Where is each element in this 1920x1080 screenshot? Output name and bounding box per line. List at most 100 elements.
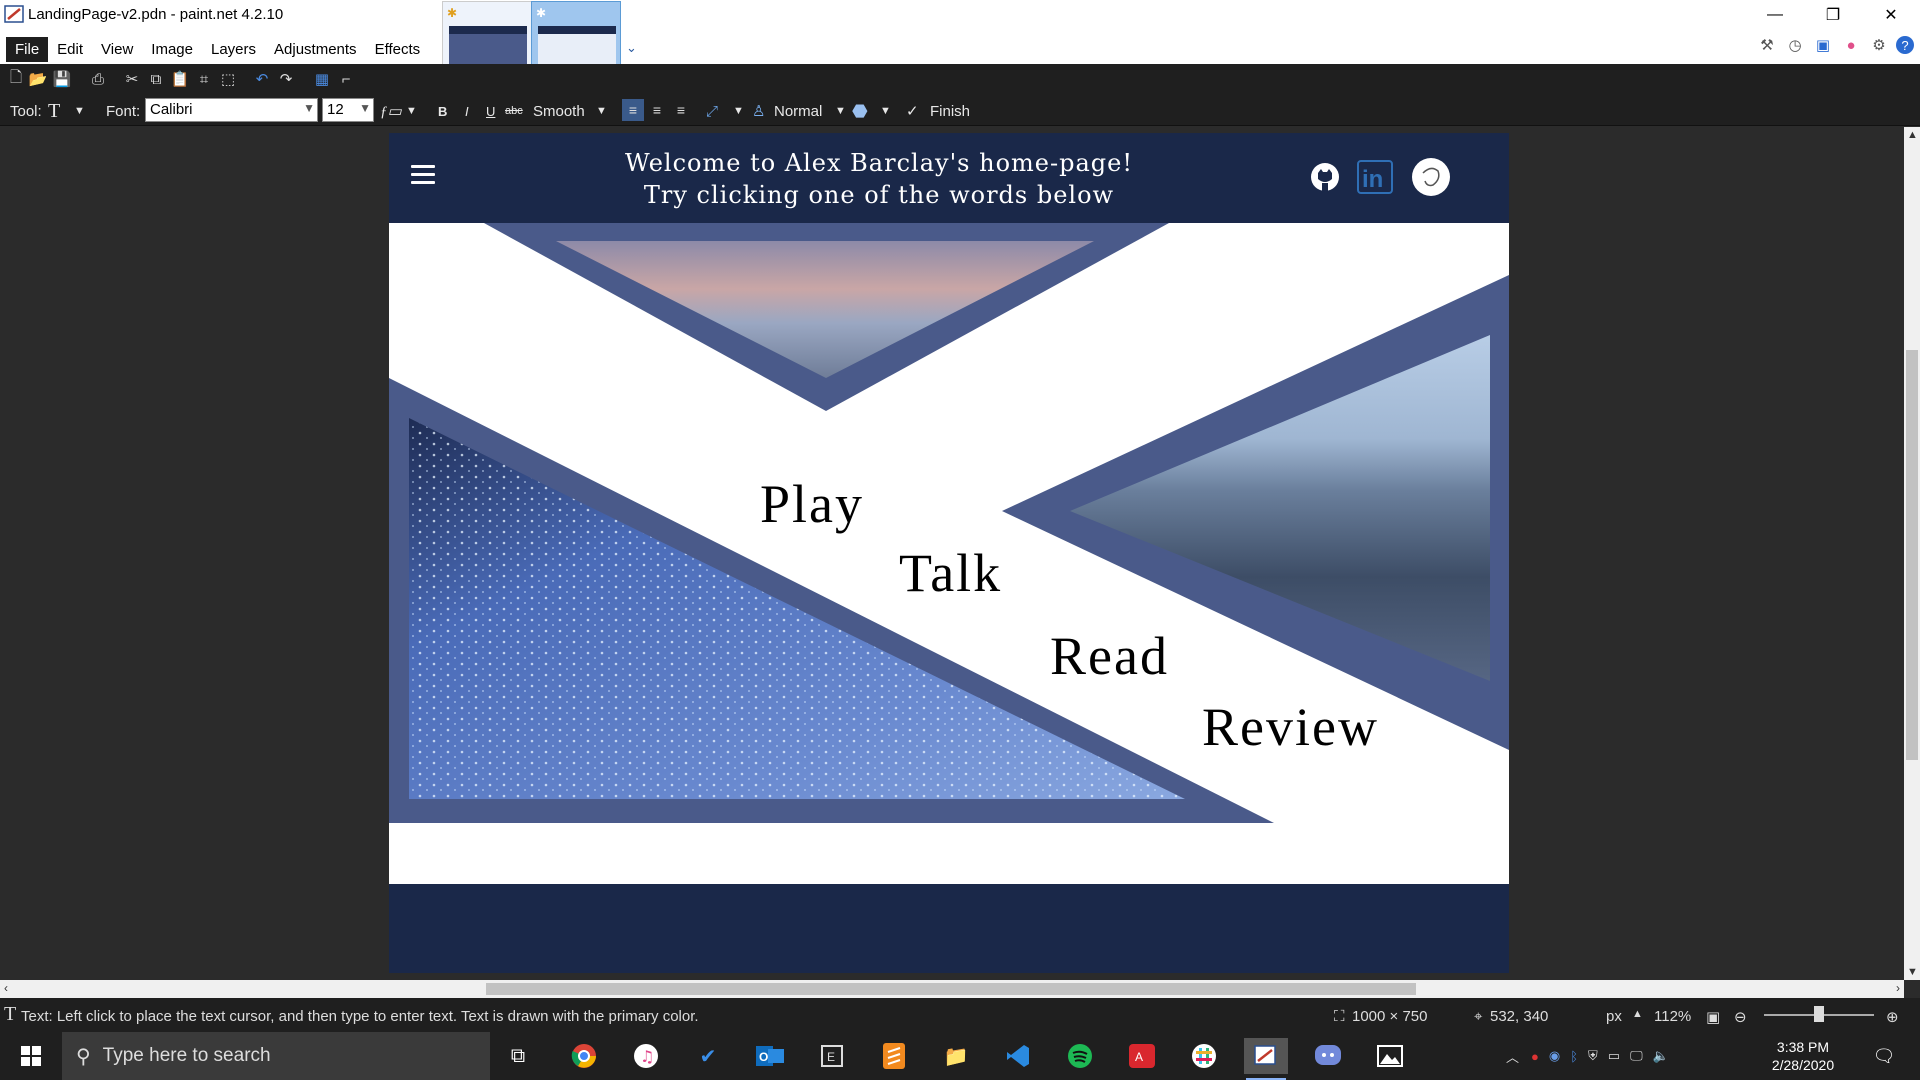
nav-talk[interactable]: Talk <box>899 546 1002 600</box>
print-icon[interactable]: ⎙ <box>88 68 108 90</box>
volume-icon[interactable]: 🔈 <box>1653 1048 1669 1064</box>
deselect-icon[interactable]: ⬚ <box>218 68 238 90</box>
battery-icon[interactable]: ▭ <box>1608 1048 1620 1064</box>
linkedin-icon[interactable]: in <box>1355 157 1395 197</box>
vscode-icon[interactable] <box>996 1038 1040 1074</box>
paste-icon[interactable]: 📋 <box>170 68 190 90</box>
menu-effects[interactable]: Effects <box>366 37 430 62</box>
restore-button[interactable]: ❐ <box>1804 0 1862 30</box>
align-center-icon[interactable]: ≡ <box>646 99 668 121</box>
antialias-mode-chevron-icon[interactable]: ▼ <box>733 100 744 122</box>
tabs-overflow-chevron-icon[interactable]: ⌄ <box>626 40 637 56</box>
github-icon[interactable] <box>1308 157 1342 197</box>
document-canvas[interactable]: Welcome to Alex Barclay's home-page! Try… <box>389 133 1509 973</box>
new-file-icon[interactable]: 🗋 <box>6 68 26 90</box>
minimize-button[interactable]: — <box>1746 0 1804 30</box>
selection-clip-chevron-icon[interactable]: ▼ <box>880 100 891 122</box>
selection-clip-icon[interactable]: ⬣ <box>852 100 868 122</box>
save-icon[interactable]: 💾 <box>52 68 72 90</box>
scroll-up-icon[interactable]: ▲ <box>1907 129 1918 141</box>
help-icon[interactable]: ? <box>1896 36 1914 54</box>
todo-icon[interactable]: ✔ <box>686 1038 730 1074</box>
nav-read[interactable]: Read <box>1050 629 1169 683</box>
zoom-slider-thumb[interactable] <box>1814 1006 1824 1022</box>
bold-button[interactable]: B <box>438 100 447 122</box>
rulers-icon[interactable]: ⌐ <box>336 68 356 90</box>
scroll-left-icon[interactable]: ‹ <box>4 981 8 995</box>
menu-image[interactable]: Image <box>142 37 202 62</box>
vertical-scroll-thumb[interactable] <box>1906 350 1918 760</box>
zoom-to-window-icon[interactable]: ▣ <box>1706 1008 1720 1026</box>
font-family-select[interactable]: Calibri ▼ <box>145 98 318 122</box>
scroll-down-icon[interactable]: ▼ <box>1907 966 1918 978</box>
colors-window-icon[interactable]: ● <box>1840 34 1862 56</box>
tray-onedrive-icon[interactable]: ◉ <box>1549 1048 1560 1064</box>
grid-icon[interactable]: ▦ <box>312 68 332 90</box>
spotify-icon[interactable] <box>1058 1038 1102 1074</box>
antialiasing-chevron-icon[interactable]: ▼ <box>596 100 607 122</box>
discord-icon[interactable] <box>1306 1038 1350 1074</box>
system-clock[interactable]: 3:38 PM 2/28/2020 <box>1758 1038 1848 1074</box>
menu-edit[interactable]: Edit <box>48 37 92 62</box>
blend-mode-chevron-icon[interactable]: ▼ <box>835 100 846 122</box>
scroll-right-icon[interactable]: › <box>1896 981 1900 995</box>
blend-mode-select[interactable]: Normal <box>774 100 822 122</box>
menu-view[interactable]: View <box>92 37 142 62</box>
start-button[interactable] <box>0 1032 62 1080</box>
undo-icon[interactable]: ↶ <box>252 68 272 90</box>
chrome-icon[interactable] <box>562 1038 606 1074</box>
acrobat-icon[interactable]: A <box>1120 1038 1164 1074</box>
menu-layers[interactable]: Layers <box>202 37 265 62</box>
finish-check-icon[interactable]: ✓ <box>906 100 919 122</box>
crop-icon[interactable]: ⌗ <box>194 68 214 90</box>
font-size-select[interactable]: 12 ▼ <box>322 98 374 122</box>
sublime-icon[interactable] <box>872 1038 916 1074</box>
strikethrough-button[interactable]: abc <box>505 100 523 122</box>
photos-icon[interactable] <box>1368 1038 1412 1074</box>
tools-window-icon[interactable]: ⚒ <box>1756 34 1778 56</box>
settings-gear-icon[interactable]: ⚙ <box>1868 34 1890 56</box>
layers-window-icon[interactable]: ▣ <box>1812 34 1834 56</box>
epic-icon[interactable]: E <box>810 1038 854 1074</box>
security-shield-icon[interactable]: ⛨ <box>1588 1048 1598 1064</box>
slack-icon[interactable] <box>1182 1038 1226 1074</box>
paintnet-taskbar-icon[interactable] <box>1244 1038 1288 1080</box>
copy-icon[interactable]: ⧉ <box>146 68 166 90</box>
open-file-icon[interactable]: 📂 <box>28 68 48 90</box>
underline-button[interactable]: U <box>486 100 495 122</box>
font-smoothing-chevron-icon[interactable]: ▼ <box>406 100 417 122</box>
units-select[interactable]: px <box>1606 1008 1622 1025</box>
history-window-icon[interactable]: ◷ <box>1784 34 1806 56</box>
menu-file[interactable]: File <box>6 36 49 62</box>
nav-review[interactable]: Review <box>1202 700 1379 754</box>
tray-chevron-icon[interactable]: ︿ <box>1506 1047 1519 1066</box>
menu-adjustments[interactable]: Adjustments <box>265 37 366 62</box>
units-chevron-icon[interactable]: ▲ <box>1632 1008 1643 1020</box>
redo-icon[interactable]: ↷ <box>276 68 296 90</box>
tool-dropdown-chevron-icon[interactable]: ▼ <box>74 100 85 122</box>
itunes-icon[interactable]: ♫ <box>624 1038 668 1074</box>
blend-mode-icon[interactable]: ♙ <box>752 100 765 122</box>
italic-button[interactable]: I <box>465 100 469 122</box>
zoom-level[interactable]: 112% <box>1654 1008 1691 1025</box>
text-tool-icon[interactable]: T <box>48 100 60 122</box>
zoom-out-icon[interactable]: ⊖ <box>1734 1008 1747 1026</box>
network-icon[interactable]: 🖵 <box>1630 1048 1643 1064</box>
finish-button[interactable]: Finish <box>930 100 970 122</box>
task-view-icon[interactable]: ⧉ <box>496 1038 540 1074</box>
outlook-icon[interactable]: O <box>748 1038 792 1074</box>
horizontal-scroll-thumb[interactable] <box>486 983 1416 995</box>
antialiasing-select[interactable]: Smooth <box>533 100 585 122</box>
font-smoothing-icon[interactable]: ƒ▭ <box>380 100 402 122</box>
zoom-in-icon[interactable]: ⊕ <box>1886 1008 1899 1026</box>
align-left-icon[interactable]: ≡ <box>622 99 644 121</box>
notifications-icon[interactable]: 🗨 <box>1862 1038 1906 1074</box>
profile-avatar-icon[interactable] <box>1411 157 1451 197</box>
close-button[interactable]: ✕ <box>1862 0 1920 30</box>
bluetooth-icon[interactable]: ᛒ <box>1570 1049 1578 1064</box>
antialias-mode-icon[interactable]: ⤢ <box>706 100 718 122</box>
taskbar-search[interactable]: ⚲ Type here to search <box>62 1032 490 1080</box>
tray-app-icon[interactable]: ● <box>1531 1049 1539 1064</box>
cut-icon[interactable]: ✂ <box>122 68 142 90</box>
hamburger-menu-icon[interactable] <box>411 165 435 185</box>
